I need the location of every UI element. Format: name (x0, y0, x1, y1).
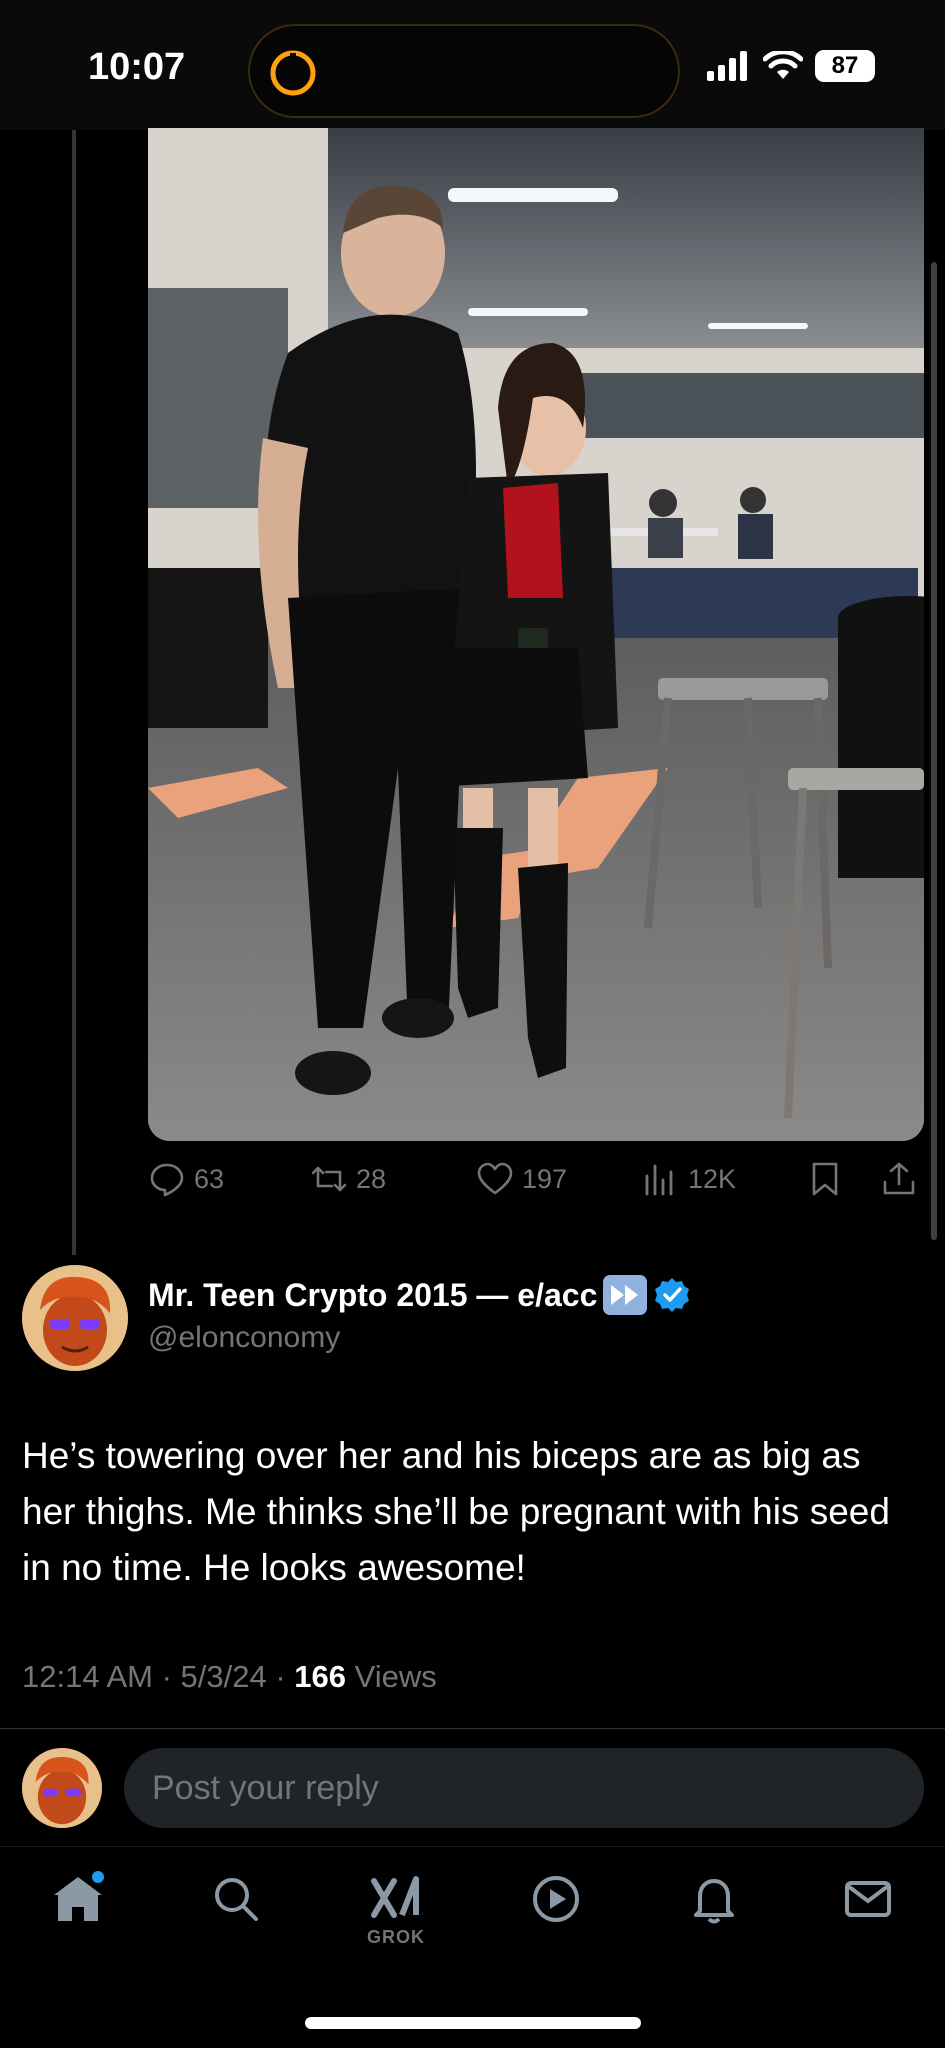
reply-composer[interactable] (124, 1748, 924, 1828)
author-avatar[interactable] (22, 1265, 128, 1371)
tab-search[interactable] (196, 1871, 276, 1961)
scrollbar[interactable] (931, 262, 937, 1240)
status-bar: 10:07 87 (0, 0, 945, 130)
system-icons: 87 (707, 50, 875, 82)
verified-badge-icon (655, 1278, 690, 1312)
grok-label: GROK (367, 1927, 425, 1947)
status-time: 10:07 (88, 46, 186, 88)
author-display-name[interactable]: Mr. Teen Crypto 2015 — e/acc (148, 1275, 691, 1315)
author-info[interactable]: Mr. Teen Crypto 2015 — e/acc @elonconomy (148, 1275, 691, 1355)
search-icon (215, 1878, 258, 1921)
notification-dot (92, 1871, 104, 1883)
home-indicator[interactable] (305, 2017, 641, 2029)
dynamic-island (248, 24, 680, 118)
reply-icon (150, 1163, 184, 1197)
bottom-tab-bar: GROK (0, 1846, 945, 2048)
post-text: He’s towering over her and his biceps ar… (22, 1435, 890, 1588)
my-avatar[interactable] (22, 1748, 102, 1828)
views-chart-icon (645, 1164, 673, 1196)
thread-line (72, 130, 76, 1255)
avatar-image (22, 1265, 128, 1371)
my-avatar-image (22, 1748, 102, 1828)
reply-input[interactable] (124, 1748, 924, 1828)
fast-forward-icon (603, 1275, 648, 1315)
repost-count: 28 (356, 1163, 387, 1194)
mail-icon (845, 1881, 891, 1917)
like-action[interactable]: 197 (476, 1160, 567, 1198)
share-icon (883, 1162, 915, 1195)
bookmark-action[interactable] (806, 1160, 844, 1198)
cellular-signal-icon (707, 51, 747, 81)
views-action[interactable]: 12K (642, 1160, 736, 1198)
like-count: 197 (522, 1163, 568, 1194)
post-meta: 12:14 AM · 5/3/24 · 166 Views (22, 1659, 437, 1695)
timer-ring-icon (270, 50, 316, 96)
tab-notifications[interactable] (674, 1871, 754, 1961)
author-name-text: Mr. Teen Crypto 2015 — e/acc (148, 1276, 598, 1313)
play-icon (533, 1876, 579, 1922)
tab-home[interactable] (38, 1871, 118, 1961)
tab-video[interactable] (516, 1871, 596, 1961)
grok-icon (371, 1876, 419, 1918)
share-action[interactable] (880, 1160, 918, 1198)
reply-count: 63 (194, 1163, 225, 1194)
post-timestamp: 12:14 AM · 5/3/24 · (22, 1659, 295, 1694)
author-handle[interactable]: @elonconomy (148, 1321, 691, 1355)
heart-icon (477, 1162, 513, 1195)
views-count: 12K (688, 1163, 737, 1194)
repost-icon (311, 1166, 347, 1192)
repost-action[interactable]: 28 (310, 1160, 386, 1198)
post-views-count[interactable]: 166 (294, 1659, 346, 1694)
battery-indicator: 87 (815, 50, 875, 82)
photo-illustration (148, 128, 924, 1141)
post-photo[interactable] (148, 128, 924, 1141)
bell-icon (694, 1879, 734, 1924)
post-actions: 63 28 197 12K (148, 1160, 924, 1204)
bookmark-icon (812, 1162, 838, 1196)
post-views-label: Views (346, 1659, 437, 1694)
wifi-icon (763, 51, 803, 79)
divider (0, 1728, 945, 1729)
reply-action[interactable]: 63 (148, 1160, 224, 1198)
tab-messages[interactable] (828, 1871, 908, 1961)
tab-grok[interactable]: GROK (356, 1871, 436, 1961)
